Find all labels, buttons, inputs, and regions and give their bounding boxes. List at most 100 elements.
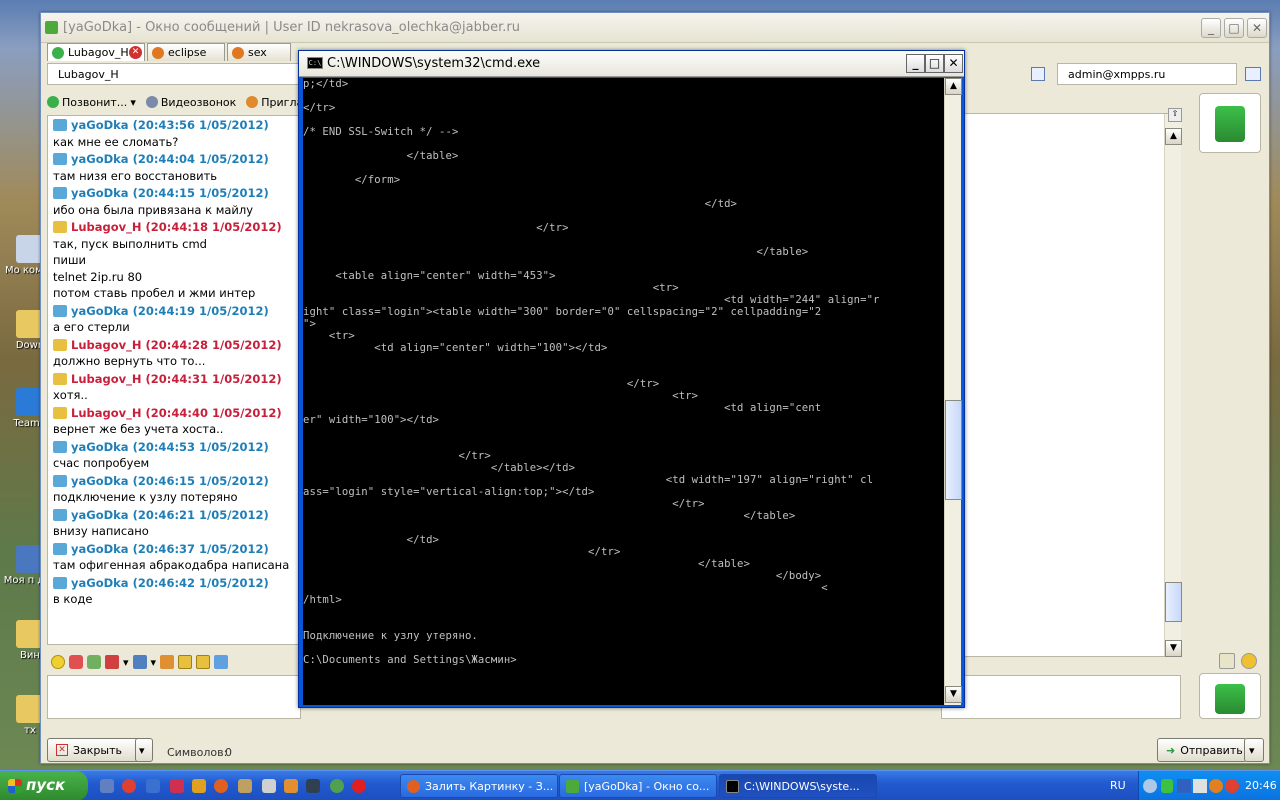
incoming-message-icon — [53, 576, 67, 589]
gear-icon[interactable] — [1241, 653, 1257, 669]
history-scrollbar[interactable]: ▲ ▼ — [1164, 114, 1182, 657]
video-call-button[interactable]: Видеозвонок — [145, 96, 236, 109]
chevron-down-icon[interactable]: ▾ — [123, 656, 129, 669]
maximize-button[interactable]: □ — [1224, 18, 1244, 38]
message-input[interactable] — [47, 675, 301, 719]
close-window-button[interactable]: ✕ — [944, 54, 963, 73]
incoming-message-icon — [53, 304, 67, 317]
minimize-button[interactable]: _ — [1201, 18, 1221, 38]
clock: 20:46 — [1245, 779, 1277, 792]
app-icon[interactable] — [284, 779, 298, 793]
tools-icon[interactable] — [160, 655, 175, 669]
call-button[interactable]: Позвонит... ▾ — [47, 96, 136, 109]
message-history[interactable]: yaGoDka (20:43:56 1/05/2012) как мне ее с… — [47, 115, 301, 645]
cmd-title-bar[interactable]: C:\ C:\WINDOWS\system32\cmd.exe _ □ ✕ — [299, 51, 964, 77]
console-scrollbar[interactable]: ▲ ▼ — [944, 78, 962, 705]
tab-eclipse[interactable]: eclipse — [147, 43, 225, 61]
kiss-icon[interactable] — [69, 655, 83, 669]
app-tray-icon[interactable] — [1225, 779, 1239, 793]
message-header: yaGoDka (20:44:19 1/05/2012) — [53, 303, 296, 320]
app-tray-icon[interactable] — [1209, 779, 1223, 793]
network-icon[interactable] — [1177, 779, 1191, 793]
message-author: yaGoDka — [71, 575, 129, 590]
send-button[interactable]: ➜ Отправить — [1157, 738, 1247, 762]
contact-card-icon[interactable] — [1245, 67, 1261, 81]
save-icon[interactable] — [132, 655, 147, 669]
task-cmd[interactable]: C:\WINDOWS\syste... — [719, 774, 877, 798]
maximize-button[interactable]: □ — [925, 54, 944, 73]
message-header: Lubagov_H (20:44:31 1/05/2012) — [53, 371, 296, 388]
app-icon[interactable] — [238, 779, 252, 793]
scroll-down-button[interactable]: ▼ — [945, 686, 962, 703]
cmd-window: C:\ C:\WINDOWS\system32\cmd.exe _ □ ✕ p;… — [298, 50, 965, 708]
show-desktop-icon[interactable] — [100, 779, 114, 793]
message-header: yaGoDka (20:46:37 1/05/2012) — [53, 541, 296, 558]
message-input-right[interactable] — [941, 675, 1181, 719]
message-text: хотя.. — [53, 388, 88, 402]
scroll-thumb[interactable] — [1165, 582, 1182, 622]
outgoing-message-icon — [53, 406, 67, 419]
close-window-button[interactable]: ✕ — [1247, 18, 1267, 38]
ie-icon[interactable] — [146, 779, 160, 793]
task-label: [yaGoDka] - Окно со... — [584, 780, 710, 793]
app-icon[interactable] — [192, 779, 206, 793]
scroll-down-button[interactable]: ▼ — [1165, 640, 1182, 657]
start-button[interactable]: пуск — [0, 771, 88, 800]
refresh-icon[interactable] — [87, 655, 101, 669]
close-tab-icon[interactable]: ✕ — [129, 46, 142, 59]
console-output[interactable]: p;</td> </tr> /* END SSL-Switch */ --> </t… — [303, 78, 944, 705]
image-icon[interactable] — [196, 655, 211, 669]
console-line: </td> — [303, 534, 440, 546]
language-indicator[interactable]: RU — [1110, 779, 1126, 792]
scroll-thumb[interactable] — [945, 400, 962, 500]
message-author: yaGoDka — [71, 541, 129, 556]
message-author: yaGoDka — [71, 439, 129, 454]
calendar-icon[interactable] — [105, 655, 119, 669]
call-toolbar: Позвонит... ▾ Видеозвонок Пригла — [47, 91, 303, 113]
message-header: Lubagov_H (20:44:28 1/05/2012) — [53, 337, 296, 354]
incoming-message-icon — [53, 542, 67, 555]
spellcheck-icon[interactable] — [1219, 653, 1235, 669]
vcard-icon[interactable] — [1031, 67, 1045, 81]
invite-button[interactable]: Пригла — [246, 96, 303, 109]
task-chat[interactable]: [yaGoDka] - Окно со... — [559, 774, 717, 798]
bottom-bar: ✕ Закрыть ▾ Символов: 0 ➜ Отправить ▾ — [41, 725, 1269, 765]
opera-icon[interactable] — [352, 779, 366, 793]
collapse-tray-icon[interactable] — [1143, 779, 1157, 793]
message-timestamp: (20:44:40 1/05/2012) — [145, 405, 282, 420]
smiley-icon[interactable] — [51, 655, 65, 669]
chevron-down-icon[interactable]: ▾ — [151, 656, 157, 669]
folder-icon[interactable] — [178, 655, 193, 669]
scroll-up-button[interactable]: ▲ — [1165, 128, 1182, 145]
firefox-icon[interactable] — [214, 779, 228, 793]
close-options-dropdown[interactable]: ▾ — [135, 738, 153, 762]
tab-sex[interactable]: sex — [227, 43, 291, 61]
chevron-down-icon: ▾ — [139, 743, 145, 757]
message-timestamp: (20:44:04 1/05/2012) — [132, 152, 269, 166]
collapse-icon[interactable]: ⇧ — [1168, 108, 1182, 122]
send-options-dropdown[interactable]: ▾ — [1244, 738, 1264, 762]
console-line: "> — [303, 318, 316, 330]
scroll-up-button[interactable]: ▲ — [945, 78, 962, 95]
cmd-window-title: C:\WINDOWS\system32\cmd.exe — [327, 56, 541, 71]
send-file-icon[interactable] — [214, 655, 229, 669]
task-browser[interactable]: Залить Картинку - З... — [400, 774, 558, 798]
chrome-icon[interactable] — [122, 779, 136, 793]
app-icon[interactable] — [262, 779, 276, 793]
message-text: потом ставь пробел и жми интер — [53, 286, 256, 300]
messenger-tray-icon[interactable] — [1161, 779, 1173, 793]
message-timestamp: (20:46:21 1/05/2012) — [132, 507, 269, 522]
minimize-button[interactable]: _ — [906, 54, 925, 73]
volume-icon[interactable] — [1193, 779, 1207, 793]
message-author: yaGoDka — [71, 186, 129, 200]
app-icon[interactable] — [330, 779, 344, 793]
tab-lubagov[interactable]: Lubagov_H ✕ — [47, 43, 145, 61]
chat-title-bar[interactable]: [yaGoDka] - Окно сообщений | User ID nek… — [41, 13, 1269, 43]
app-icon[interactable] — [170, 779, 184, 793]
app-icon[interactable] — [306, 779, 320, 793]
message-timestamp: (20:46:15 1/05/2012) — [132, 473, 269, 488]
chevron-down-icon: ▾ — [130, 95, 136, 109]
message-author: yaGoDka — [71, 303, 129, 318]
